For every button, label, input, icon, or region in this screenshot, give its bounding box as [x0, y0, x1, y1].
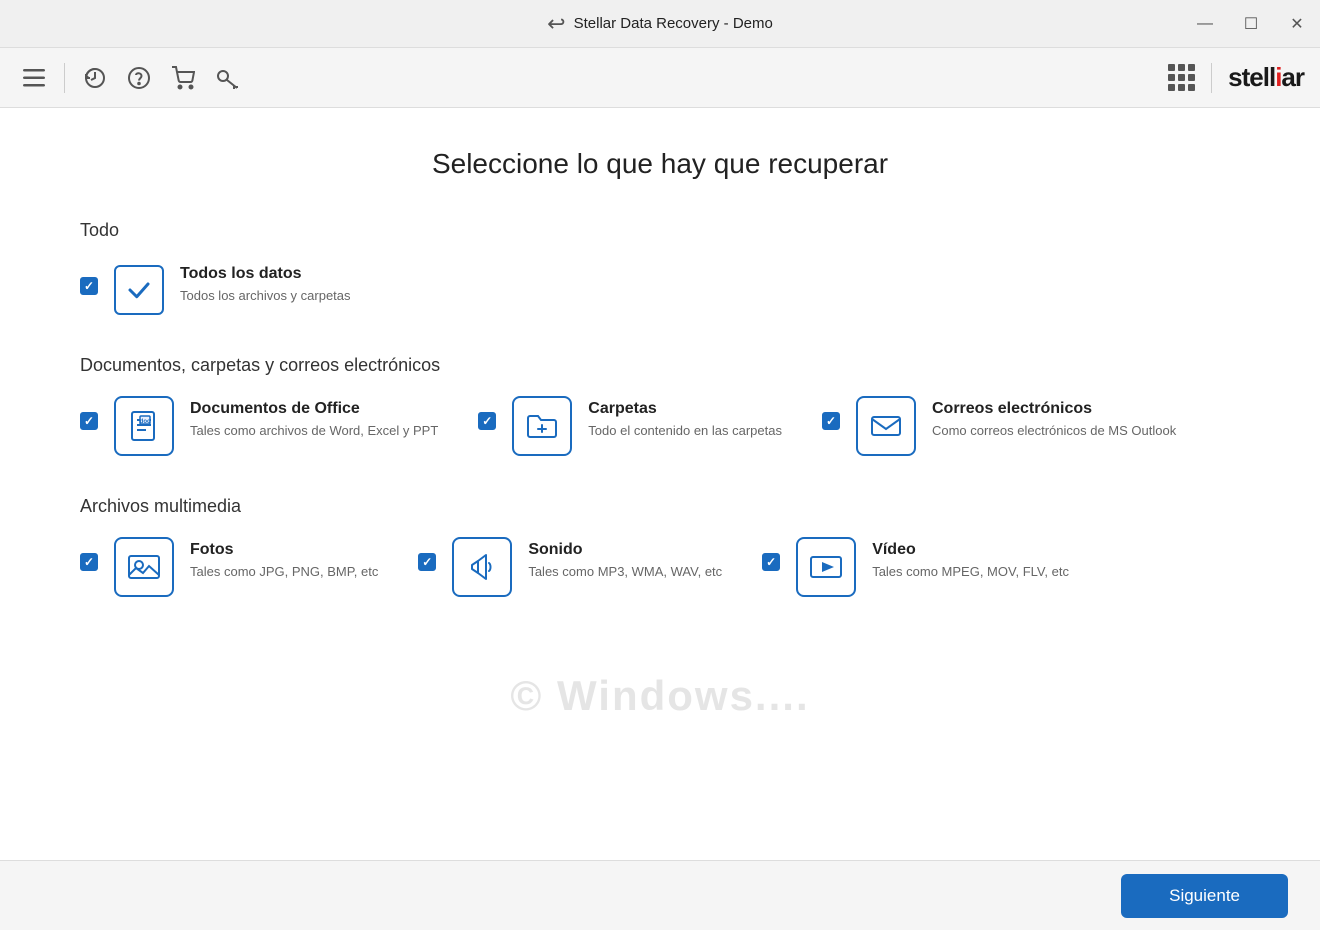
item-correos: Correos electrónicos Como correos electr… — [822, 396, 1176, 456]
toolbar-separator — [64, 63, 65, 93]
fotos-name: Fotos — [190, 541, 378, 559]
checkbox-todos-los-datos[interactable] — [80, 277, 98, 295]
stellar-logo: stelliar — [1228, 62, 1304, 93]
history-icon[interactable] — [77, 60, 113, 96]
correos-icon-box — [856, 396, 916, 456]
toolbar: stelliar — [0, 48, 1320, 108]
maximize-button[interactable]: ☐ — [1228, 0, 1274, 48]
carpetas-text: Carpetas Todo el contenido en las carpet… — [588, 396, 782, 440]
documentos-icon-box: doc — [114, 396, 174, 456]
svg-text:doc: doc — [140, 419, 151, 425]
logo-separator — [1211, 63, 1212, 93]
main-content: Seleccione lo que hay que recuperar Todo… — [0, 108, 1320, 860]
section-multimedia-title: Archivos multimedia — [80, 496, 1240, 517]
section-documentos: Documentos, carpetas y correos electróni… — [80, 355, 1240, 456]
window-controls: — ☐ ✕ — [1182, 0, 1320, 48]
video-name: Vídeo — [872, 541, 1069, 559]
sonido-name: Sonido — [528, 541, 722, 559]
checkbox-video[interactable] — [762, 553, 780, 571]
fotos-text: Fotos Tales como JPG, PNG, BMP, etc — [190, 537, 378, 581]
documentos-name: Documentos de Office — [190, 400, 438, 418]
todos-icon-box — [114, 265, 164, 315]
fotos-desc: Tales como JPG, PNG, BMP, etc — [190, 563, 378, 581]
next-button[interactable]: Siguiente — [1121, 874, 1288, 918]
item-documentos-office: doc Documentos de Office Tales como arch… — [80, 396, 438, 456]
section-multimedia-items: Fotos Tales como JPG, PNG, BMP, etc Soni… — [80, 537, 1240, 597]
video-desc: Tales como MPEG, MOV, FLV, etc — [872, 563, 1069, 581]
checkbox-documentos-office[interactable] — [80, 412, 98, 430]
video-icon-box — [796, 537, 856, 597]
item-todos-los-datos: Todos los datos Todos los archivos y car… — [80, 261, 360, 315]
toolbar-right: stelliar — [1168, 62, 1304, 93]
section-multimedia: Archivos multimedia Fotos Tales como JPG… — [80, 496, 1240, 597]
title-bar-content: ↩ Stellar Data Recovery - Demo — [547, 11, 773, 37]
todos-desc: Todos los archivos y carpetas — [180, 287, 351, 305]
sonido-text: Sonido Tales como MP3, WMA, WAV, etc — [528, 537, 722, 581]
item-carpetas: Carpetas Todo el contenido en las carpet… — [478, 396, 782, 456]
window-title: Stellar Data Recovery - Demo — [574, 15, 773, 32]
fotos-icon-box — [114, 537, 174, 597]
todos-text: Todos los datos Todos los archivos y car… — [180, 261, 351, 305]
cart-icon[interactable] — [165, 60, 201, 96]
correos-name: Correos electrónicos — [932, 400, 1176, 418]
carpetas-name: Carpetas — [588, 400, 782, 418]
apps-icon[interactable] — [1168, 64, 1195, 91]
carpetas-icon-box — [512, 396, 572, 456]
checkbox-carpetas[interactable] — [478, 412, 496, 430]
section-documentos-items: doc Documentos de Office Tales como arch… — [80, 396, 1240, 456]
section-documentos-title: Documentos, carpetas y correos electróni… — [80, 355, 1240, 376]
carpetas-desc: Todo el contenido en las carpetas — [588, 422, 782, 440]
section-todo-title: Todo — [80, 220, 1240, 241]
correos-text: Correos electrónicos Como correos electr… — [932, 396, 1176, 440]
close-button[interactable]: ✕ — [1274, 0, 1320, 48]
bottom-bar: Siguiente — [0, 860, 1320, 930]
menu-icon[interactable] — [16, 60, 52, 96]
page-title: Seleccione lo que hay que recuperar — [80, 148, 1240, 180]
sonido-desc: Tales como MP3, WMA, WAV, etc — [528, 563, 722, 581]
todos-name: Todos los datos — [180, 265, 351, 283]
back-icon: ↩ — [547, 11, 565, 37]
item-sonido: Sonido Tales como MP3, WMA, WAV, etc — [418, 537, 722, 597]
section-todo: Todo Todos los datos Todos los archivos … — [80, 220, 1240, 315]
documentos-text: Documentos de Office Tales como archivos… — [190, 396, 438, 440]
section-todo-items: Todos los datos Todos los archivos y car… — [80, 261, 1240, 315]
title-bar: ↩ Stellar Data Recovery - Demo — ☐ ✕ — [0, 0, 1320, 48]
minimize-button[interactable]: — — [1182, 0, 1228, 48]
checkbox-correos[interactable] — [822, 412, 840, 430]
help-icon[interactable] — [121, 60, 157, 96]
documentos-desc: Tales como archivos de Word, Excel y PPT — [190, 422, 438, 440]
video-text: Vídeo Tales como MPEG, MOV, FLV, etc — [872, 537, 1069, 581]
key-icon[interactable] — [209, 60, 245, 96]
watermark: © Windows.... — [510, 672, 809, 720]
checkbox-fotos[interactable] — [80, 553, 98, 571]
correos-desc: Como correos electrónicos de MS Outlook — [932, 422, 1176, 440]
item-video: Vídeo Tales como MPEG, MOV, FLV, etc — [762, 537, 1069, 597]
sonido-icon-box — [452, 537, 512, 597]
item-fotos: Fotos Tales como JPG, PNG, BMP, etc — [80, 537, 378, 597]
checkbox-sonido[interactable] — [418, 553, 436, 571]
